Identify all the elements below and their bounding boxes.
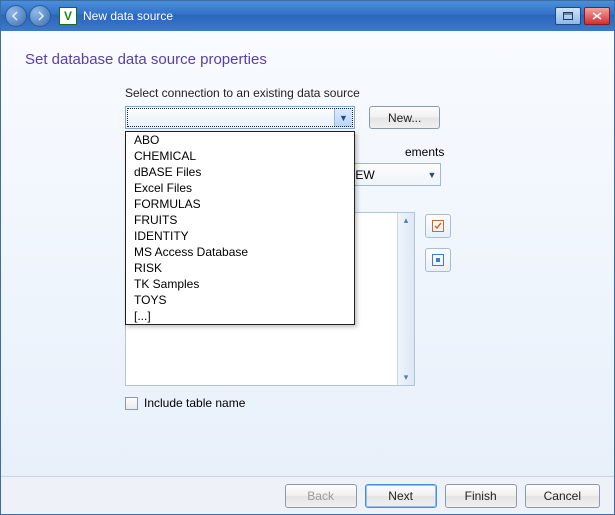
dropdown-item[interactable]: FORMULAS xyxy=(126,196,354,212)
dropdown-item[interactable]: MS Access Database xyxy=(126,244,354,260)
connection-label: Select connection to an existing data so… xyxy=(125,86,596,100)
window-title: New data source xyxy=(83,9,173,23)
cancel-button[interactable]: Cancel xyxy=(525,484,600,508)
close-button[interactable] xyxy=(584,7,610,25)
dropdown-item[interactable]: TOYS xyxy=(126,292,354,308)
nav-arrows xyxy=(5,5,51,27)
title-bar: V New data source xyxy=(1,1,614,31)
scrollbar[interactable] xyxy=(397,213,414,385)
back-button: Back xyxy=(285,484,357,508)
maximize-button[interactable] xyxy=(555,7,581,25)
dropdown-item[interactable]: RISK xyxy=(126,260,354,276)
wizard-body: Set database data source properties Sele… xyxy=(1,31,614,476)
dropdown-item[interactable]: ABO xyxy=(126,132,354,148)
dropdown-item[interactable]: [...] xyxy=(126,308,354,324)
dropdown-item[interactable]: CHEMICAL xyxy=(126,148,354,164)
nav-forward-button[interactable] xyxy=(29,5,51,27)
page-heading: Set database data source properties xyxy=(25,51,596,68)
dropdown-item[interactable]: IDENTITY xyxy=(126,228,354,244)
next-button[interactable]: Next xyxy=(365,484,437,508)
dropdown-item[interactable]: Excel Files xyxy=(126,180,354,196)
deselect-all-button[interactable] xyxy=(425,248,451,272)
dropdown-item[interactable]: TK Samples xyxy=(126,276,354,292)
include-table-label: Include table name xyxy=(144,396,245,410)
connection-dropdown-list[interactable]: ABOCHEMICALdBASE FilesExcel FilesFORMULA… xyxy=(125,131,355,325)
connection-combo[interactable]: ▼ xyxy=(125,106,355,129)
wizard-footer: Back Next Finish Cancel xyxy=(1,476,614,514)
new-connection-button[interactable]: New... xyxy=(369,106,440,129)
window-controls xyxy=(555,7,610,25)
finish-button[interactable]: Finish xyxy=(445,484,517,508)
chevron-down-icon: ▼ xyxy=(334,108,352,127)
dropdown-item[interactable]: FRUITS xyxy=(126,212,354,228)
select-all-button[interactable] xyxy=(425,214,451,238)
dropdown-item[interactable]: dBASE Files xyxy=(126,164,354,180)
include-table-checkbox[interactable] xyxy=(125,397,138,410)
chevron-down-icon: ▼ xyxy=(424,164,440,185)
nav-back-button[interactable] xyxy=(5,5,27,27)
app-icon: V xyxy=(59,7,77,25)
